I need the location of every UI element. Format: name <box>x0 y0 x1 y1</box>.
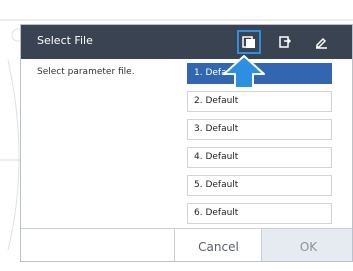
dialog-titlebar: Select File <box>21 25 352 59</box>
edit-icon[interactable] <box>309 30 333 54</box>
file-transfer-icon[interactable] <box>273 30 297 54</box>
pointer-arrow-icon <box>223 55 265 89</box>
file-slot[interactable]: 4. Default <box>187 147 332 168</box>
footer-spacer <box>21 229 174 261</box>
file-slot[interactable]: 5. Default <box>187 175 332 196</box>
file-slot[interactable]: 6. Default <box>187 203 332 224</box>
prompt-label: Select parameter file. <box>37 67 135 77</box>
cancel-button[interactable]: Cancel <box>174 229 262 261</box>
select-file-dialog: Select File Select parameter file. 1. De… <box>20 24 353 262</box>
ok-button[interactable]: OK <box>261 229 352 261</box>
dialog-content: Select parameter file. 1. Default 2. Def… <box>21 59 352 229</box>
file-select-icon[interactable] <box>237 30 261 54</box>
dialog-footer: Cancel OK <box>21 228 352 261</box>
file-slot[interactable]: 2. Default <box>187 91 332 112</box>
dialog-title: Select File <box>37 34 93 47</box>
file-slot[interactable]: 3. Default <box>187 119 332 140</box>
